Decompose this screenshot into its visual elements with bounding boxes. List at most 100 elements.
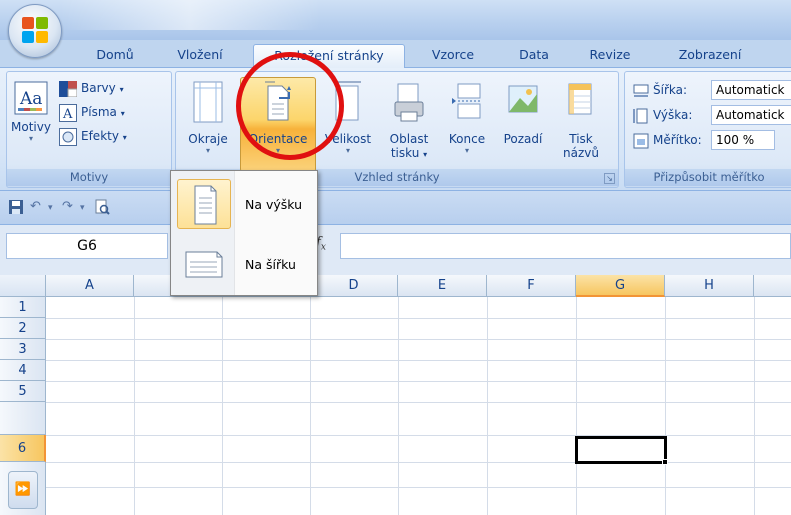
nazvu-label: názvů (563, 146, 599, 160)
column-header-g[interactable]: G (576, 275, 665, 297)
scale-icon (633, 133, 649, 148)
sirka-field[interactable]: Automatick (711, 80, 791, 100)
chevron-down-icon[interactable]: ▾ (48, 203, 53, 213)
save-icon[interactable] (8, 199, 24, 219)
chevron-down-icon[interactable]: ▾ (80, 203, 85, 213)
chevron-down-icon: ▾ (28, 134, 33, 143)
effects-icon (59, 127, 77, 146)
efekty-button[interactable]: Efekty ▾ (59, 126, 127, 146)
pisma-label: Písma (81, 105, 117, 119)
row-header-5[interactable]: 5 (0, 381, 46, 402)
group-label-prizpusobit-meritko: Přizpůsobit měřítko (625, 169, 791, 186)
menu-item-na-vysku[interactable]: Na výšku (173, 175, 315, 229)
grid-line (46, 381, 791, 382)
grid-line (576, 297, 577, 515)
grid-line (134, 297, 135, 515)
fill-handle[interactable] (662, 459, 668, 465)
landscape-page-icon (185, 251, 223, 278)
konce-button[interactable]: Konce ▾ (440, 80, 494, 156)
column-header-e[interactable]: E (398, 275, 487, 297)
chevron-down-icon: ▾ (120, 109, 125, 118)
grid-line (754, 297, 755, 515)
chevron-down-icon: ▾ (122, 133, 127, 142)
grid-line (46, 339, 791, 340)
pozadi-button[interactable]: Pozadí (496, 80, 550, 146)
row-header-3[interactable]: 3 (0, 339, 46, 360)
efekty-label: Efekty (81, 129, 119, 143)
pisma-button[interactable]: A Písma ▾ (59, 102, 125, 122)
column-header-d[interactable]: D (310, 275, 398, 297)
na-sirku-label: Na šířku (245, 257, 296, 272)
grid-line (46, 402, 791, 403)
grid-line (487, 297, 488, 515)
motivy-button[interactable]: Aa Motivy ▾ (11, 80, 51, 144)
chevron-down-icon: ▾ (205, 146, 210, 155)
pozadi-label: Pozadí (503, 132, 543, 146)
row-header-1[interactable]: 1 (0, 297, 46, 318)
svg-text:Aa: Aa (19, 89, 42, 109)
grid-line (46, 360, 791, 361)
okraje-button[interactable]: Okraje ▾ (182, 80, 234, 156)
row-header-spacer (0, 402, 46, 435)
column-header-a[interactable]: A (46, 275, 134, 297)
print-preview-icon[interactable] (94, 199, 110, 219)
column-header-h[interactable]: H (665, 275, 754, 297)
row-header-2[interactable]: 2 (0, 318, 46, 339)
tisk-nazvu-button[interactable]: Tisk názvů (552, 80, 610, 160)
title-bar-glow (60, 0, 320, 30)
orientation-menu: Na výšku Na šířku (170, 170, 318, 296)
dialog-launcher-icon[interactable]: ↘ (604, 173, 615, 184)
column-header-next[interactable] (754, 275, 791, 297)
vyska-field[interactable]: Automatick (711, 105, 791, 125)
grid-line (222, 297, 223, 515)
portrait-page-icon (194, 185, 217, 225)
annotation-circle (236, 52, 344, 160)
office-button[interactable] (8, 4, 62, 58)
barvy-button[interactable]: Barvy ▾ (59, 78, 124, 98)
tab-data[interactable]: Data (510, 44, 558, 68)
tab-revize[interactable]: Revize (583, 44, 637, 68)
tab-domu[interactable]: Domů (85, 44, 145, 68)
name-box[interactable]: G6 (6, 233, 168, 259)
svg-text:A: A (62, 107, 73, 122)
breaks-icon (452, 83, 481, 119)
print-titles-icon (568, 83, 592, 115)
grid-line (46, 318, 791, 319)
background-icon (508, 85, 538, 113)
meritko-field[interactable]: 100 % (711, 130, 775, 150)
select-all-corner[interactable] (0, 275, 46, 297)
group-prizpusobit-meritko: Šířka: Automatick Výška: Automatick Měří… (624, 71, 791, 188)
motivy-label: Motivy (11, 120, 51, 134)
ribbon-tab-bar: Domů Vložení Rozložení stránky Vzorce Da… (0, 40, 791, 69)
undo-icon[interactable]: ↶ (30, 199, 41, 214)
active-cell-g6[interactable] (575, 436, 667, 464)
row-header-6[interactable]: 6 (0, 435, 46, 462)
group-motivy: Aa Motivy ▾ Barvy ▾ A Písma ▾ Efekty ▾ Mo… (6, 71, 172, 188)
na-vysku-label: Na výšku (245, 197, 303, 212)
colors-icon (59, 80, 77, 97)
group-label-motivy: Motivy (7, 169, 171, 186)
chevron-down-icon: ▾ (119, 85, 124, 94)
vyska-label-row: Výška: (633, 105, 692, 125)
tab-vzorce[interactable]: Vzorce (423, 44, 483, 68)
oblast-tisku-button[interactable]: Oblast tisku ▾ (380, 80, 438, 162)
meritko-label-row: Měřítko: (633, 130, 702, 150)
menu-item-na-sirku[interactable]: Na šířku (173, 235, 315, 289)
oblast-tisku-line2: tisku ▾ (380, 146, 438, 162)
tab-zobrazeni[interactable]: Zobrazení (666, 44, 754, 68)
column-header-f[interactable]: F (487, 275, 576, 297)
sirka-label-row: Šířka: (633, 80, 687, 100)
sheet-nav-icon[interactable]: ⏩ (8, 471, 38, 509)
formula-bar: G6 fx (0, 225, 791, 275)
formula-input[interactable] (340, 233, 791, 259)
chevron-down-icon: ▾ (345, 146, 350, 155)
fonts-icon: A (59, 103, 77, 122)
redo-icon[interactable]: ↷ (62, 199, 73, 214)
tab-vlozeni[interactable]: Vložení (167, 44, 233, 68)
print-area-icon (394, 83, 424, 122)
tisku-label: tisku (390, 146, 420, 160)
landscape-icon-box (177, 239, 231, 289)
worksheet-grid: A B C D E F G H 1 2 3 4 5 6 ⏩ (0, 275, 791, 515)
row-header-4[interactable]: 4 (0, 360, 46, 381)
grid-line (310, 297, 311, 515)
